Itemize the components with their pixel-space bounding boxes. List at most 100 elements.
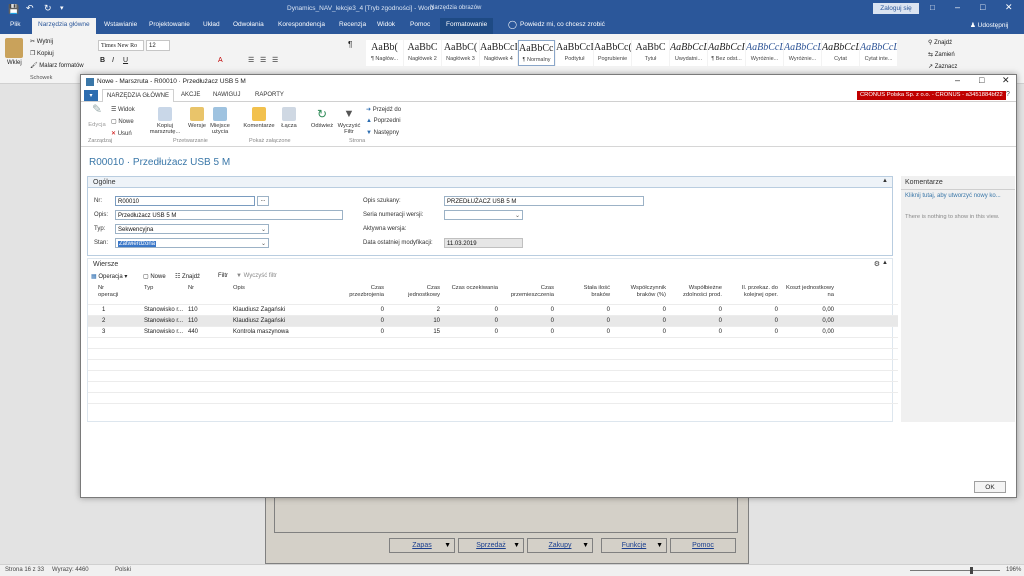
underline-icon[interactable]: U bbox=[123, 57, 128, 64]
doc-button-stock[interactable]: Zapas ▼ bbox=[389, 538, 455, 553]
style-item[interactable]: AaBbCcL Wyróżnie... bbox=[784, 40, 821, 66]
zoom-thumb[interactable] bbox=[970, 567, 973, 574]
font-name-field[interactable]: Times New Ro bbox=[98, 40, 144, 51]
pilcrow-icon[interactable]: ¶ bbox=[348, 40, 352, 49]
style-item[interactable]: AaBbCcI ¶ Bez odst... bbox=[708, 40, 745, 66]
links-button[interactable]: Łącza bbox=[278, 107, 300, 129]
share-button[interactable]: ♟ Udostępnij bbox=[970, 21, 1008, 29]
replace-button[interactable]: ⇆ Zamień bbox=[928, 51, 955, 58]
save-icon[interactable]: 💾 bbox=[8, 4, 19, 15]
cut-button[interactable]: ✂ Wytnij bbox=[30, 38, 53, 45]
doc-button-help[interactable]: Pomoc bbox=[670, 538, 736, 553]
delete-button[interactable]: ✕ Usuń bbox=[111, 130, 132, 137]
where-used-button[interactable]: Miejsce użycia bbox=[207, 107, 233, 135]
tab-review[interactable]: Recenzja bbox=[339, 21, 366, 28]
tab-format[interactable]: Formatowanie bbox=[440, 18, 494, 34]
col-fixed-scrap[interactable]: Stała ilość braków bbox=[574, 285, 610, 299]
nav-tab-home[interactable]: NARZĘDZIA GŁÓWNE bbox=[102, 89, 175, 103]
assist-edit-button[interactable]: ... bbox=[257, 196, 269, 206]
col-concurrent-capacity[interactable]: Współbieżne zdolności prod. bbox=[674, 285, 722, 299]
italic-icon[interactable]: I bbox=[112, 57, 114, 64]
clear-filter-button[interactable]: ▼ Wyczyść Filtr bbox=[336, 107, 362, 135]
new-comment-link[interactable]: Kliknij tutaj, aby utworzyć nowy ko... bbox=[905, 193, 1001, 199]
align-right-icon[interactable]: ☰ bbox=[272, 56, 278, 64]
status-select[interactable]: Zatwierdzona ⌄ bbox=[115, 238, 269, 248]
style-item[interactable]: AaBbCcL Uwydatni... bbox=[670, 40, 707, 66]
help-icon[interactable]: ? bbox=[1006, 91, 1010, 98]
doc-button-functions[interactable]: Funkcje ▼ bbox=[601, 538, 667, 553]
style-item[interactable]: AaBbC Nagłówek 2 bbox=[404, 40, 441, 66]
align-left-icon[interactable]: ☰ bbox=[248, 56, 254, 64]
copy-routing-button[interactable]: Kopiuj marszrutę... bbox=[147, 107, 183, 135]
ribbon-display-icon[interactable]: □ bbox=[930, 3, 935, 12]
copy-button[interactable]: ❐ Kopiuj bbox=[30, 50, 54, 57]
quick-access-menu-icon[interactable]: ▾ bbox=[60, 4, 64, 12]
close-icon[interactable]: ✕ bbox=[1005, 2, 1013, 13]
style-item[interactable]: AaBbCcL Cytat inte... bbox=[860, 40, 897, 66]
nav-menu-button[interactable]: ▾ bbox=[84, 90, 98, 101]
col-setup-time[interactable]: Czas przezbrojenia bbox=[338, 285, 384, 299]
style-item[interactable]: AaBbCcI Nagłówek 4 bbox=[480, 40, 517, 66]
style-item[interactable]: AaBbCc(Pogrubienie bbox=[594, 40, 631, 66]
nav-maximize-icon[interactable]: □ bbox=[979, 75, 984, 85]
col-no[interactable]: Nr bbox=[188, 285, 194, 292]
bold-icon[interactable]: B bbox=[100, 57, 105, 64]
operation-menu[interactable]: ▦ Operacja ▾ bbox=[91, 273, 127, 280]
comments-button[interactable]: Komentarze bbox=[241, 107, 277, 129]
nav-tab-navigate[interactable]: NAWIGUJ bbox=[213, 92, 240, 98]
col-op-no[interactable]: Nr operacji bbox=[98, 285, 126, 299]
tab-mailings[interactable]: Korespondencja bbox=[278, 21, 325, 28]
nav-tab-reports[interactable]: RAPORTY bbox=[255, 92, 284, 98]
paste-icon[interactable] bbox=[5, 38, 23, 58]
font-color-icon[interactable]: A bbox=[218, 57, 223, 64]
tab-design[interactable]: Projektowanie bbox=[149, 21, 190, 28]
new-button[interactable]: ▢ Nowe bbox=[111, 118, 134, 125]
versions-button[interactable]: Wersje bbox=[185, 107, 209, 129]
style-item[interactable]: AaBbCcI ¶ Normalny bbox=[518, 40, 555, 66]
tab-help[interactable]: Pomoc bbox=[410, 21, 430, 28]
collapse-icon[interactable]: ▲ bbox=[882, 260, 888, 266]
col-run-time[interactable]: Czas jednostkowy bbox=[398, 285, 440, 299]
col-send-ahead[interactable]: Il. przekaz. do kolejnej oper. bbox=[728, 285, 778, 299]
font-size-field[interactable]: 12 bbox=[146, 40, 170, 51]
style-item[interactable]: AaBb(¶ Nagłów... bbox=[366, 40, 403, 66]
tab-view[interactable]: Widok bbox=[377, 21, 395, 28]
word-count[interactable]: Wyrazy: 4460 bbox=[52, 567, 89, 573]
zoom-slider[interactable] bbox=[910, 570, 1000, 571]
edit-button[interactable]: ✎ Edycja bbox=[85, 103, 109, 128]
page-count[interactable]: Strona 16 z 33 bbox=[5, 567, 44, 573]
col-description[interactable]: Opis bbox=[233, 285, 245, 292]
lines-clear-filter-button[interactable]: ▼ Wyczyść filtr bbox=[236, 273, 277, 279]
col-unit-cost[interactable]: Koszt jednostkowy na bbox=[784, 285, 834, 299]
lines-header[interactable]: Wiersze ⚙ ▲ bbox=[88, 259, 892, 270]
zoom-level[interactable]: 196% bbox=[1006, 567, 1021, 573]
style-item[interactable]: AaBbCcL Wyróżnie... bbox=[746, 40, 783, 66]
tab-layout[interactable]: Układ bbox=[203, 21, 220, 28]
align-center-icon[interactable]: ☰ bbox=[260, 56, 266, 64]
tab-insert[interactable]: Wstawianie bbox=[104, 21, 137, 28]
nav-tab-actions[interactable]: AKCJE bbox=[181, 92, 200, 98]
previous-button[interactable]: ▲ Poprzedni bbox=[366, 118, 401, 124]
ok-button[interactable]: OK bbox=[974, 481, 1006, 493]
goto-button[interactable]: ➜ Przejdź do bbox=[366, 106, 401, 113]
paste-button[interactable]: Wklej bbox=[7, 60, 22, 66]
nav-close-icon[interactable]: ✕ bbox=[1002, 75, 1010, 86]
undo-icon[interactable]: ↶ bbox=[26, 3, 34, 14]
lines-filter-button[interactable]: Filtr bbox=[218, 273, 228, 279]
style-item[interactable]: AaBbC Tytuł bbox=[632, 40, 669, 66]
type-select[interactable]: Sekwencyjna ⌄ bbox=[115, 224, 269, 234]
version-series-select[interactable]: ⌄ bbox=[444, 210, 523, 220]
tell-me-input[interactable]: Powiedz mi, co chcesz zrobić bbox=[520, 21, 605, 28]
next-button[interactable]: ▼ Następny bbox=[366, 130, 399, 136]
collapse-icon[interactable]: ▲ bbox=[882, 178, 888, 184]
language[interactable]: Polski bbox=[115, 567, 131, 573]
col-move-time[interactable]: Czas przemieszczenia bbox=[502, 285, 554, 299]
select-button[interactable]: ↗ Zaznacz bbox=[928, 63, 957, 70]
view-button[interactable]: ☰ Widok bbox=[111, 106, 135, 113]
general-header[interactable]: Ogólne ▲ bbox=[88, 177, 892, 188]
style-item[interactable]: AaBbCcD Podtytuł bbox=[556, 40, 593, 66]
tab-references[interactable]: Odwołania bbox=[233, 21, 264, 28]
tab-file[interactable]: Plik bbox=[10, 21, 20, 28]
tab-home[interactable]: Narzędzia główne bbox=[32, 18, 96, 34]
nav-minimize-icon[interactable]: – bbox=[955, 75, 960, 85]
